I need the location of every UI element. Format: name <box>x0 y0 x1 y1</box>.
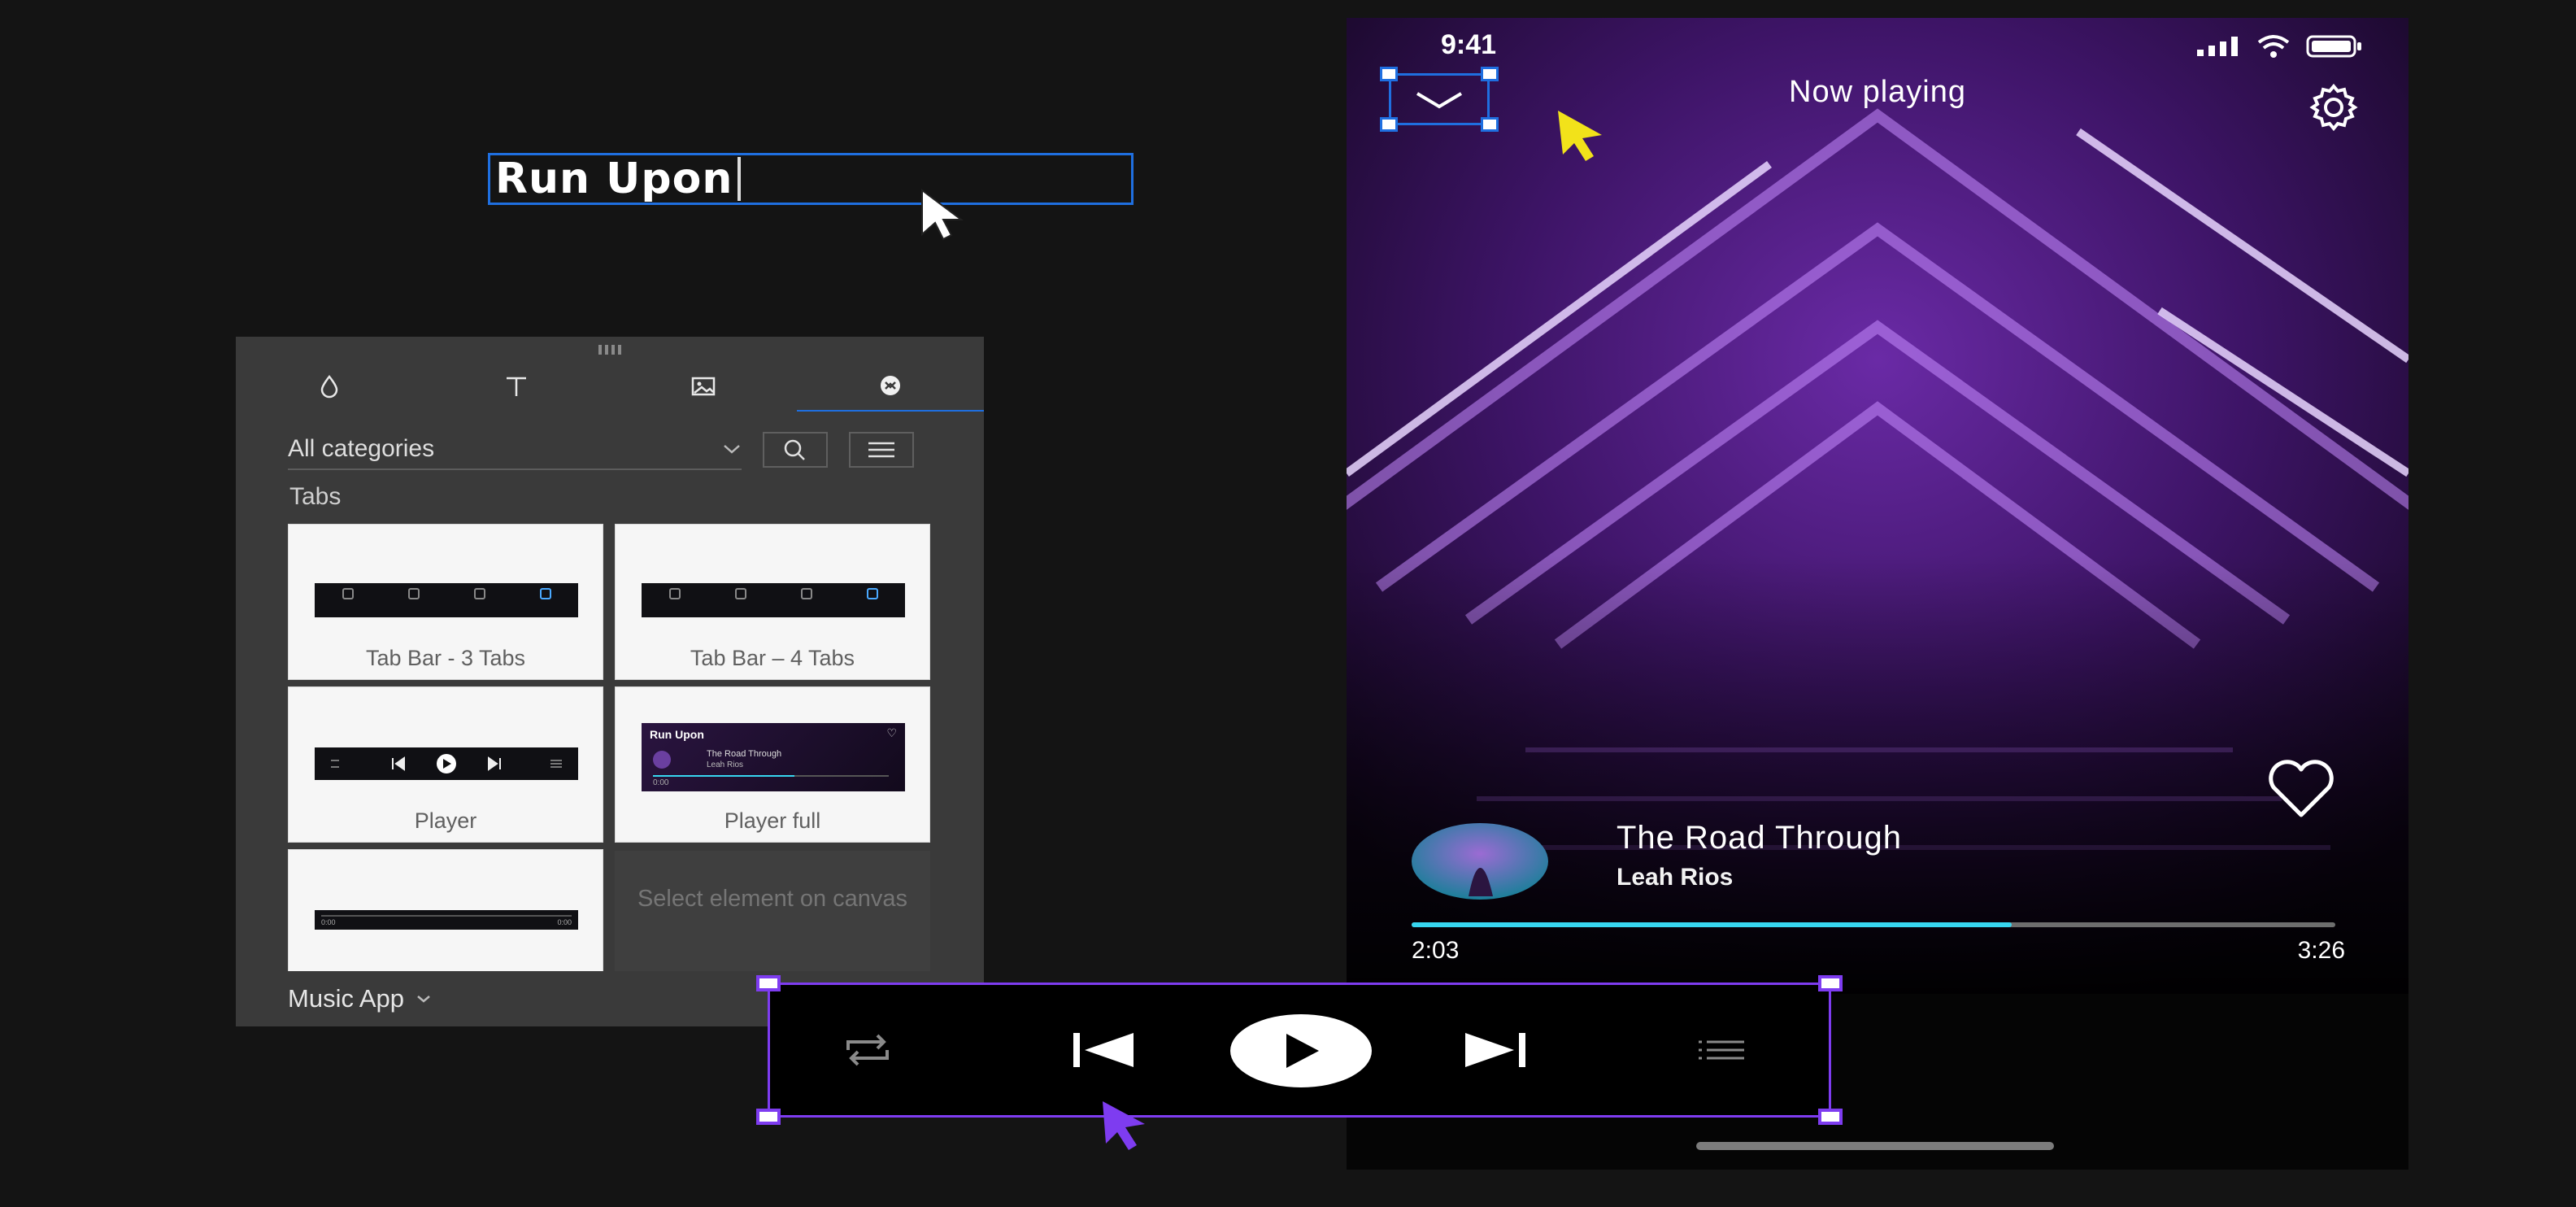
panel-drag-handle[interactable] <box>594 345 626 355</box>
asset-card-label: Player full <box>724 808 821 833</box>
wifi-icon <box>2257 35 2290 58</box>
title-text: Run Upon <box>495 155 733 203</box>
player-thumbnail <box>315 747 578 780</box>
selection-handle[interactable] <box>1818 975 1843 991</box>
page-title: Now playing <box>1789 75 1966 109</box>
home-indicator <box>1696 1142 2054 1150</box>
signal-icon <box>2197 37 2238 56</box>
ui-kit-icon <box>881 376 900 395</box>
asset-card-player-full[interactable]: Run Upon ♡ The Road Through Leah Rios 0:… <box>615 686 930 843</box>
play-button[interactable] <box>1230 1014 1372 1087</box>
gear-icon <box>2309 83 2358 132</box>
thumb-title: Run Upon <box>650 728 704 741</box>
category-row: All categories <box>288 428 930 472</box>
category-dropdown[interactable]: All categories <box>288 429 742 470</box>
yellow-cursor-icon <box>1558 111 1602 161</box>
progress-fill <box>1412 922 2012 927</box>
asset-card-label: Tab Bar - 3 Tabs <box>365 646 526 670</box>
status-bar-icons <box>2195 34 2363 59</box>
player-controls[interactable] <box>756 975 1843 1125</box>
search-icon <box>784 439 805 460</box>
tab-images[interactable] <box>610 361 797 412</box>
skip-back-icon <box>1073 1033 1134 1067</box>
queue-icon <box>1699 1040 1744 1060</box>
repeat-icon <box>846 1034 889 1066</box>
asset-card-label: Tab Bar – 4 Tabs <box>690 646 855 670</box>
skip-forward-button[interactable] <box>1455 1017 1536 1083</box>
tab-bar-thumbnail <box>315 583 578 617</box>
search-button[interactable] <box>763 432 828 468</box>
track-artist: Leah Rios <box>1617 864 1734 891</box>
thumb-time-right: 0:00 <box>557 918 572 926</box>
tab-bar-thumbnail <box>642 583 905 617</box>
settings-button[interactable] <box>2301 75 2366 140</box>
image-icon <box>691 377 716 396</box>
thumb-cover <box>653 751 671 769</box>
progress-bar[interactable] <box>1412 922 2335 927</box>
panel-tab-bar <box>236 361 984 412</box>
thumb-time-left: 0:00 <box>321 918 336 926</box>
progress-thumbnail: 0:00 0:00 <box>315 910 578 930</box>
purple-cursor-icon <box>1103 1101 1145 1150</box>
selection-handle[interactable] <box>756 1109 781 1125</box>
battery-icon <box>2306 35 2361 58</box>
asset-card-tab-bar-3[interactable]: Tab Bar - 3 Tabs <box>288 524 603 680</box>
play-icon <box>1286 1034 1319 1068</box>
tab-ui-kits[interactable] <box>797 361 984 412</box>
asset-card-label: Player <box>414 808 477 833</box>
thumb-track: The Road Through <box>707 749 782 759</box>
text-caret <box>738 157 742 201</box>
selection-handle[interactable] <box>1380 117 1398 132</box>
list-view-button[interactable] <box>849 432 914 468</box>
tab-text[interactable] <box>423 361 610 412</box>
heart-icon <box>2269 760 2334 817</box>
asset-card-progress[interactable]: 0:00 0:00 <box>288 849 603 979</box>
status-bar-time: 9:41 <box>1441 29 1497 60</box>
repeat-button[interactable] <box>835 1026 900 1074</box>
time-total: 3:26 <box>2297 937 2345 964</box>
thumb-artist: Leah Rios <box>707 760 744 769</box>
white-cursor-icon <box>921 189 964 241</box>
droplet-icon <box>320 375 338 399</box>
tab-colors[interactable] <box>236 361 423 412</box>
empty-selection-card: Select element on canvas <box>615 851 930 984</box>
track-title: The Road Through <box>1617 820 1903 856</box>
thumb-progress <box>653 775 889 777</box>
section-label: Tabs <box>289 483 342 510</box>
chevron-down-icon <box>417 996 430 1003</box>
library-name: Music App <box>288 984 405 1013</box>
thumb-heart-icon: ♡ <box>886 726 897 739</box>
chevron-down-icon <box>724 445 740 454</box>
empty-selection-hint: Select element on canvas <box>637 886 908 912</box>
asset-card-player[interactable]: Player <box>288 686 603 843</box>
title-text-field[interactable]: Run Upon <box>488 153 1134 205</box>
player-full-thumbnail: Run Upon ♡ The Road Through Leah Rios 0:… <box>642 723 905 791</box>
skip-back-button[interactable] <box>1063 1017 1144 1083</box>
text-icon <box>507 377 526 396</box>
list-icon <box>868 442 894 458</box>
selection-handle[interactable] <box>1818 1109 1843 1125</box>
favorite-button[interactable] <box>2262 750 2340 828</box>
category-dropdown-value: All categories <box>288 435 435 462</box>
skip-forward-icon <box>1465 1033 1525 1067</box>
selection-handle[interactable] <box>756 975 781 991</box>
album-cover <box>1412 823 1548 900</box>
assets-panel: All categories Tabs Tab Bar - 3 Tabs Tab… <box>236 337 984 1026</box>
thumb-time: 0:00 <box>653 778 669 787</box>
asset-card-tab-bar-4[interactable]: Tab Bar – 4 Tabs <box>615 524 930 680</box>
time-elapsed: 2:03 <box>1412 937 1460 964</box>
queue-button[interactable] <box>1689 1026 1754 1074</box>
selection-handle[interactable] <box>1481 117 1499 132</box>
